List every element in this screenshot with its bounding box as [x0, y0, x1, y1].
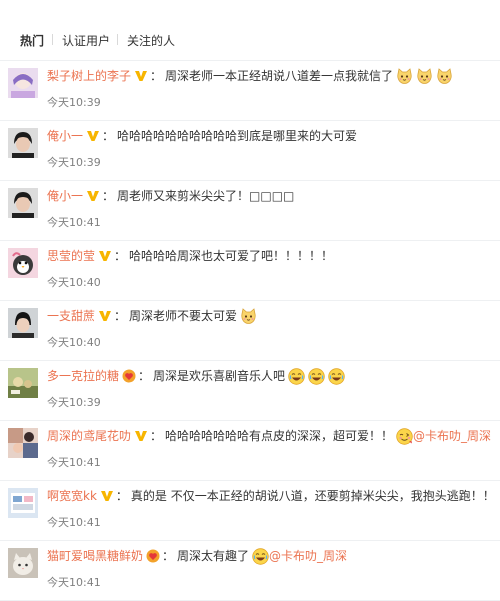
colon: ：	[115, 489, 128, 503]
cat-face-icon	[436, 68, 453, 85]
comment-text: 周深老师不要太可爱	[129, 309, 238, 323]
comment-time: 今天10:39	[47, 96, 101, 109]
comment-text: 周深是欢乐喜剧音乐人吧	[153, 369, 286, 383]
colon: ：	[138, 369, 151, 383]
comment-author[interactable]: 多一克拉的糖	[47, 366, 119, 386]
avatar[interactable]	[8, 368, 38, 398]
comment-body: 啊宽宽kk ： 真的是 不仅一本正经的胡说八道，还要剪掉米尖尖，我抱头逃跑！！	[47, 486, 495, 506]
comment-body: 思莹的莹 ： 哈哈哈哈周深也太可爱了吧！！！！！	[47, 246, 333, 266]
colon: ：	[162, 549, 175, 563]
comment-item: 猫町爱喝黑糖鲜奶 ： 周深太有趣了 @卡布叻_周深 今天10:41	[0, 540, 500, 601]
comment-time: 今天10:39	[47, 156, 101, 169]
mention-link[interactable]: @卡布叻_周深	[269, 546, 347, 566]
comment-body: 周深的鸢尾花叻 ： 哈哈哈哈哈哈哈有点皮的深深，超可爱！！ @卡布叻_周深	[47, 426, 491, 446]
comment-item: 思莹的莹 ： 哈哈哈哈周深也太可爱了吧！！！！！ 今天10:40	[0, 240, 500, 301]
comment-item: 多一克拉的糖 ： 周深是欢乐喜剧音乐人吧 今天10:39	[0, 360, 500, 421]
laugh-face-icon	[308, 368, 325, 385]
comment-author[interactable]: 周深的鸢尾花叻	[47, 426, 131, 446]
comment-item: 一支甜蔗 ： 周深老师不要太可爱 今天10:40	[0, 300, 500, 361]
comment-filter-tabs: 热门 认证用户 关注的人	[0, 0, 500, 61]
avatar[interactable]	[8, 488, 38, 518]
comment-author[interactable]: 猫町爱喝黑糖鲜奶	[47, 546, 143, 566]
comment-body: 多一克拉的糖 ： 周深是欢乐喜剧音乐人吧	[47, 366, 345, 386]
cat-face-icon	[396, 68, 413, 85]
comment-author[interactable]: 俺小一	[47, 186, 83, 206]
vip-badge-icon[interactable]	[134, 429, 148, 443]
vip-badge-icon[interactable]	[134, 69, 148, 83]
tab-hot[interactable]: 热门	[20, 32, 44, 49]
comment-item: 啊宽宽kk ： 真的是 不仅一本正经的胡说八道，还要剪掉米尖尖，我抱头逃跑！！ …	[0, 480, 500, 541]
comment-text: 周老师又来剪米尖尖了！□□□□	[117, 189, 295, 203]
vip-badge-icon[interactable]	[100, 489, 114, 503]
comment-time: 今天10:41	[47, 216, 101, 229]
tab-divider	[52, 34, 53, 45]
comment-body: 猫町爱喝黑糖鲜奶 ： 周深太有趣了 @卡布叻_周深	[47, 546, 347, 566]
avatar[interactable]	[8, 188, 38, 218]
avatar[interactable]	[8, 248, 38, 278]
colon: ：	[114, 249, 127, 263]
comment-author[interactable]: 啊宽宽kk	[47, 486, 97, 506]
comment-body: 俺小一 ： 周老师又来剪米尖尖了！□□□□	[47, 186, 294, 206]
comment-item: 俺小一 ： 周老师又来剪米尖尖了！□□□□ 今天10:41	[0, 180, 500, 241]
comment-text: 哈哈哈哈哈哈哈有点皮的深深，超可爱！！	[165, 429, 394, 443]
comment-item: 梨子树上的李子 ： 周深老师一本正经胡说八道差一点我就信了 今天10:39	[0, 60, 500, 121]
comment-text: 周深老师一本正经胡说八道差一点我就信了	[165, 69, 394, 83]
comment-item: 俺小一 ： 哈哈哈哈哈哈哈哈哈哈到底是哪里来的大可爱 今天10:39	[0, 120, 500, 181]
comment-text: 哈哈哈哈哈哈哈哈哈哈到底是哪里来的大可爱	[117, 129, 358, 143]
colon: ：	[114, 309, 127, 323]
fan-badge-icon[interactable]	[146, 549, 160, 563]
avatar[interactable]	[8, 308, 38, 338]
comment-body: 梨子树上的李子 ： 周深老师一本正经胡说八道差一点我就信了	[47, 66, 453, 86]
avatar[interactable]	[8, 68, 38, 98]
tab-divider	[117, 34, 118, 45]
colon: ：	[150, 69, 163, 83]
comment-author[interactable]: 一支甜蔗	[47, 306, 95, 326]
laugh-face-icon	[288, 368, 305, 385]
avatar[interactable]	[8, 428, 38, 458]
vip-badge-icon[interactable]	[98, 249, 112, 263]
avatar[interactable]	[8, 548, 38, 578]
comment-author[interactable]: 梨子树上的李子	[47, 66, 131, 86]
vip-badge-icon[interactable]	[86, 129, 100, 143]
comment-time: 今天10:40	[47, 276, 101, 289]
cat-face-icon	[416, 68, 433, 85]
cat-face-icon	[240, 308, 257, 325]
colon: ：	[150, 429, 163, 443]
vip-badge-icon[interactable]	[86, 189, 100, 203]
comment-author[interactable]: 思莹的莹	[47, 246, 95, 266]
comment-body: 一支甜蔗 ： 周深老师不要太可爱	[47, 306, 257, 326]
colon: ：	[102, 129, 115, 143]
comment-time: 今天10:41	[47, 456, 101, 469]
comment-time: 今天10:40	[47, 336, 101, 349]
comment-body: 俺小一 ： 哈哈哈哈哈哈哈哈哈哈到底是哪里来的大可爱	[47, 126, 357, 146]
comment-time: 今天10:39	[47, 396, 101, 409]
comment-time: 今天10:41	[47, 516, 101, 529]
comment-text: 真的是 不仅一本正经的胡说八道，还要剪掉米尖尖，我抱头逃跑！！	[130, 489, 495, 503]
avatar[interactable]	[8, 128, 38, 158]
tab-following[interactable]: 关注的人	[127, 32, 175, 49]
comment-text: 周深太有趣了	[177, 549, 250, 563]
laugh-face-icon	[328, 368, 345, 385]
tab-verified-users[interactable]: 认证用户	[62, 32, 110, 49]
laugh-face-icon	[252, 548, 269, 565]
comment-text: 哈哈哈哈周深也太可爱了吧！！！！！	[129, 249, 334, 263]
comment-author[interactable]: 俺小一	[47, 126, 83, 146]
wink-face-icon	[396, 428, 413, 445]
fan-badge-icon[interactable]	[122, 369, 136, 383]
comment-time: 今天10:41	[47, 576, 101, 589]
colon: ：	[102, 189, 115, 203]
vip-badge-icon[interactable]	[98, 309, 112, 323]
comment-item: 周深的鸢尾花叻 ： 哈哈哈哈哈哈哈有点皮的深深，超可爱！！ @卡布叻_周深 今天…	[0, 420, 500, 481]
mention-link[interactable]: @卡布叻_周深	[413, 426, 491, 446]
